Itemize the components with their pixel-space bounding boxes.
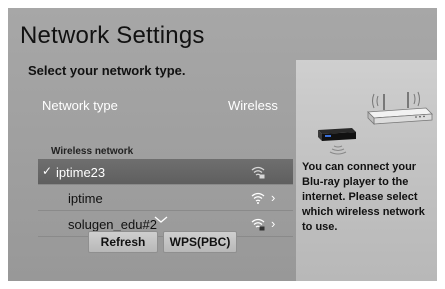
page-subtitle: Select your network type. [28,63,186,78]
help-panel: You can connect your Blu-ray player to t… [296,60,437,281]
network-name: iptime [68,190,103,206]
wireless-network-list: ✓ iptime23 iptime › solugen_edu#2 › [38,159,293,237]
chevron-down-icon[interactable] [154,216,168,224]
network-illustration [318,91,433,155]
refresh-button[interactable]: Refresh [88,231,158,253]
network-name: solugen_edu#2 [68,216,157,232]
router-icon [367,91,433,125]
help-text: You can connect your Blu-ray player to t… [302,161,425,233]
wifi-locked-icon [251,218,265,231]
chevron-right-icon: › [271,216,276,231]
network-name: iptime23 [56,164,106,180]
network-settings-panel: Network Settings Select your network typ… [8,8,437,281]
wps-pbc-button[interactable]: WPS(PBC) [163,231,237,253]
network-type-value[interactable]: Wireless [228,98,278,113]
wifi-locked-icon [251,166,265,179]
chevron-right-icon: › [271,190,276,205]
network-item-iptime23[interactable]: ✓ iptime23 [38,159,293,185]
page-title: Network Settings [20,22,205,49]
wireless-signal-icon [329,145,347,155]
wireless-network-label: Wireless network [51,146,134,157]
wifi-icon [251,192,265,204]
network-item-iptime[interactable]: iptime › [38,185,293,211]
network-type-label[interactable]: Network type [42,98,118,113]
check-icon: ✓ [42,164,53,178]
blu-ray-player-icon [318,128,356,141]
